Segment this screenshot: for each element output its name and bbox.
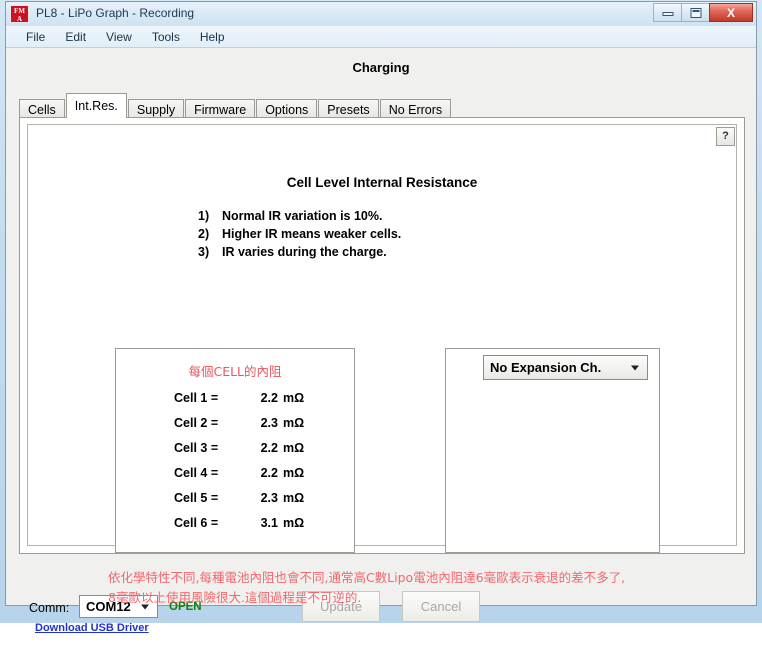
title-bar: FM A PL8 - LiPo Graph - Recording X (6, 2, 756, 26)
bullet-text: IR varies during the charge. (222, 245, 387, 259)
cell-label: Cell 1 = (174, 391, 219, 405)
menu-item-help[interactable]: Help (190, 28, 235, 46)
cell-row: Cell 5 = 2.3 mΩ (174, 486, 354, 511)
warning-note-line-1: 依化學特性不同,每種電池內阻也會不同,通常高C數Lipo電池內阻達6毫歐表示衰退… (108, 570, 626, 585)
cell-unit: mΩ (283, 441, 305, 455)
cell-row: Cell 4 = 2.2 mΩ (174, 461, 354, 486)
menu-item-file[interactable]: File (16, 28, 55, 46)
cell-unit: mΩ (283, 516, 305, 530)
cell-value: 2.2 (260, 391, 278, 405)
cell-unit: mΩ (283, 466, 305, 480)
bullet-number: 1) (198, 209, 210, 223)
close-button[interactable]: X (709, 3, 753, 22)
cell-value-list: Cell 1 = 2.2 mΩ Cell 2 = 2.3 mΩ Cell 3 =… (116, 386, 354, 536)
maximize-icon (690, 7, 701, 18)
logo-top-text: FM (14, 7, 25, 15)
cell-row: Cell 2 = 2.3 mΩ (174, 411, 354, 436)
cell-label: Cell 2 = (174, 416, 219, 430)
help-button[interactable]: ? (716, 127, 735, 146)
cell-value: 2.3 (260, 416, 278, 430)
charging-status-heading: Charging (352, 60, 410, 75)
window-title: PL8 - LiPo Graph - Recording (36, 6, 195, 20)
bullet-number: 3) (198, 245, 210, 259)
bullet-item: 3) IR varies during the charge. (198, 243, 401, 261)
minimize-icon (662, 12, 673, 17)
client-area: Charging Cells Int.Res. Supply Firmware … (6, 48, 756, 634)
window-frame: FM A PL8 - LiPo Graph - Recording X File… (0, 0, 762, 634)
cell-label: Cell 6 = (174, 516, 219, 530)
menu-item-edit[interactable]: Edit (55, 28, 96, 46)
bullet-item: 1) Normal IR variation is 10%. (198, 207, 401, 225)
cell-label: Cell 5 = (174, 491, 219, 505)
window-controls: X (653, 3, 753, 22)
fma-logo-icon: FM A (10, 5, 29, 23)
close-icon: X (726, 5, 736, 20)
cell-row: Cell 6 = 3.1 mΩ (174, 511, 354, 536)
bullet-number: 2) (198, 227, 210, 241)
cell-label: Cell 4 = (174, 466, 219, 480)
cell-value: 2.3 (260, 491, 278, 505)
expansion-channel-value: No Expansion Ch. (490, 360, 602, 375)
menu-item-tools[interactable]: Tools (142, 28, 190, 46)
chevron-down-icon (631, 365, 639, 370)
cell-row: Cell 3 = 2.2 mΩ (174, 436, 354, 461)
cell-unit: mΩ (283, 391, 305, 405)
cell-value: 2.2 (260, 466, 278, 480)
panel-title: Cell Level Internal Resistance (286, 175, 478, 190)
info-bullet-list: 1) Normal IR variation is 10%. 2) Higher… (198, 207, 401, 261)
tab-content-panel: ? Cell Level Internal Resistance 1) Norm… (19, 117, 745, 605)
expansion-channel-panel: No Expansion Ch. (445, 348, 660, 553)
warning-note: 依化學特性不同,每種電池內阻也會不同,通常高C數Lipo電池內阻達6毫歐表示衰退… (108, 568, 708, 608)
cell-label: Cell 3 = (174, 441, 219, 455)
download-usb-driver-link[interactable]: Download USB Driver (35, 622, 149, 634)
cell-panel-annotation: 每個CELL的內阻 (188, 364, 282, 379)
application-window: FM A PL8 - LiPo Graph - Recording X File… (5, 1, 757, 634)
warning-note-line-2: 8毫歐以上使用風險很大.這個過程是不可逆的. (108, 590, 362, 605)
cell-resistance-panel: 每個CELL的內阻 Cell 1 = 2.2 mΩ Cell 2 = 2.3 m… (115, 348, 355, 553)
cell-value: 3.1 (260, 516, 278, 530)
tab-int-res[interactable]: Int.Res. (65, 93, 127, 118)
cell-row: Cell 1 = 2.2 mΩ (174, 386, 354, 411)
logo-bottom-text: A (16, 15, 23, 23)
cell-unit: mΩ (283, 416, 305, 430)
bullet-text: Normal IR variation is 10%. (222, 209, 383, 223)
bullet-item: 2) Higher IR means weaker cells. (198, 225, 401, 243)
tab-strip: Cells Int.Res. Supply Firmware Options P… (19, 93, 452, 120)
menu-item-view[interactable]: View (96, 28, 142, 46)
comm-label: Comm: (29, 601, 70, 615)
minimize-button[interactable] (653, 3, 682, 22)
cell-value: 2.2 (260, 441, 278, 455)
bullet-text: Higher IR means weaker cells. (222, 227, 402, 241)
menu-bar: File Edit View Tools Help (6, 26, 756, 48)
maximize-button[interactable] (681, 3, 710, 22)
expansion-channel-select[interactable]: No Expansion Ch. (483, 355, 648, 380)
cell-unit: mΩ (283, 491, 305, 505)
